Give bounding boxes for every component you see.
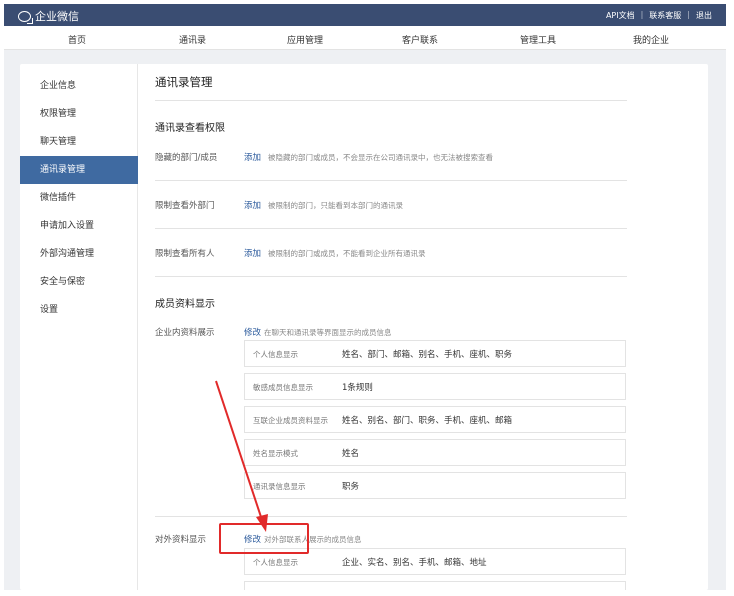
- settings-card: 企业信息 权限管理 聊天管理 通讯录管理 微信插件 申请加入设置 外部沟通管理 …: [20, 64, 708, 590]
- app-name: 企业微信: [35, 10, 79, 23]
- nav-home[interactable]: 首页: [68, 33, 86, 46]
- info-field-value: 企业、实名、别名、手机、邮箱、地址: [342, 558, 487, 568]
- external-display-label: 对外资料显示: [155, 535, 207, 545]
- divider: [155, 100, 627, 101]
- sidebar-item-chat-management[interactable]: 聊天管理: [20, 128, 138, 156]
- sidebar-item-wechat-plugin[interactable]: 微信插件: [20, 184, 138, 212]
- top-links: API文档 | 联系客服 | 退出: [606, 10, 712, 21]
- contact-support-link[interactable]: 联系客服: [649, 10, 681, 21]
- divider: [155, 276, 627, 277]
- main-nav: 首页 通讯录 应用管理 客户联系 管理工具 我的企业: [4, 26, 726, 52]
- sidebar-item-security[interactable]: 安全与保密: [20, 268, 138, 296]
- restrict-everyone-add-link[interactable]: 添加: [244, 247, 261, 259]
- info-field-value: 姓名: [342, 449, 360, 459]
- hidden-members-label: 隐藏的部门/成员: [155, 153, 218, 163]
- content-area: 企业信息 权限管理 聊天管理 通讯录管理 微信插件 申请加入设置 外部沟通管理 …: [4, 50, 726, 590]
- info-field-value: 职务: [342, 482, 360, 492]
- api-docs-link[interactable]: API文档: [606, 10, 635, 21]
- internal-display-label: 企业内资料展示: [155, 328, 215, 338]
- main-panel: 通讯录管理 通讯录查看权限 隐藏的部门/成员 添加 被隐藏的部门或成员，不会显示…: [138, 64, 708, 590]
- hidden-members-desc: 被隐藏的部门或成员，不会显示在公司通讯录中，也无法被搜索查看: [268, 153, 493, 162]
- info-field-row: 互联企业成员资料显示 姓名、别名、部门、职务、手机、座机、邮箱: [244, 406, 626, 433]
- info-field-key: 个人信息显示: [253, 558, 298, 567]
- chat-bubble-icon: [18, 10, 33, 24]
- nav-contacts[interactable]: 通讯录: [179, 33, 206, 46]
- divider: [155, 180, 627, 181]
- info-field-value: 1条规则: [342, 383, 373, 393]
- info-field-key: 通讯录信息显示: [253, 482, 306, 491]
- divider: [155, 516, 627, 517]
- info-field-row: [244, 581, 626, 590]
- restrict-other-depts-add-link[interactable]: 添加: [244, 199, 261, 211]
- sidebar-item-settings[interactable]: 设置: [20, 296, 138, 324]
- info-field-row: 姓名显示模式 姓名: [244, 439, 626, 466]
- annotation-highlight-box: [219, 523, 309, 554]
- sidebar-item-permissions[interactable]: 权限管理: [20, 100, 138, 128]
- nav-management-tools[interactable]: 管理工具: [520, 33, 556, 46]
- internal-display-desc: 在聊天和通讯录等界面显示的成员信息: [264, 328, 392, 337]
- sidebar-item-contacts-management[interactable]: 通讯录管理: [20, 156, 138, 184]
- page-title: 通讯录管理: [155, 75, 213, 89]
- info-field-key: 个人信息显示: [253, 350, 298, 359]
- top-bar: 企业微信 API文档 | 联系客服 | 退出: [4, 4, 726, 26]
- section-heading-member-display: 成员资料显示: [155, 299, 215, 310]
- restrict-everyone-label: 限制查看所有人: [155, 249, 215, 259]
- nav-customer-contact[interactable]: 客户联系: [402, 33, 438, 46]
- sidebar-item-enterprise-info[interactable]: 企业信息: [20, 72, 138, 100]
- divider: |: [687, 10, 690, 19]
- section-heading-view-permissions: 通讯录查看权限: [155, 123, 225, 134]
- internal-display-edit-link[interactable]: 修改: [244, 326, 261, 338]
- info-field-row: 个人信息显示 姓名、部门、邮箱、别名、手机、座机、职务: [244, 340, 626, 367]
- logout-link[interactable]: 退出: [696, 10, 712, 21]
- hidden-members-add-link[interactable]: 添加: [244, 151, 261, 163]
- app-logo[interactable]: 企业微信: [18, 8, 79, 24]
- sidebar-item-join-settings[interactable]: 申请加入设置: [20, 212, 138, 240]
- info-field-key: 互联企业成员资料显示: [253, 416, 328, 425]
- restrict-other-depts-label: 限制查看外部门: [155, 201, 215, 211]
- info-field-value: 姓名、别名、部门、职务、手机、座机、邮箱: [342, 416, 513, 426]
- info-field-row: 敏感成员信息显示 1条规则: [244, 373, 626, 400]
- info-field-value: 姓名、部门、邮箱、别名、手机、座机、职务: [342, 350, 513, 360]
- sidebar-item-external-communication[interactable]: 外部沟通管理: [20, 240, 138, 268]
- restrict-other-depts-desc: 被限制的部门，只能看到本部门的通讯录: [268, 201, 403, 210]
- divider: |: [640, 10, 644, 19]
- info-field-row: 通讯录信息显示 职务: [244, 472, 626, 499]
- divider: [155, 228, 627, 229]
- restrict-everyone-desc: 被限制的部门或成员，不能看到企业所有通讯录: [268, 249, 426, 258]
- info-field-key: 敏感成员信息显示: [253, 383, 313, 392]
- nav-app-management[interactable]: 应用管理: [287, 33, 323, 46]
- sidebar: 企业信息 权限管理 聊天管理 通讯录管理 微信插件 申请加入设置 外部沟通管理 …: [20, 64, 138, 590]
- info-field-key: 姓名显示模式: [253, 449, 298, 458]
